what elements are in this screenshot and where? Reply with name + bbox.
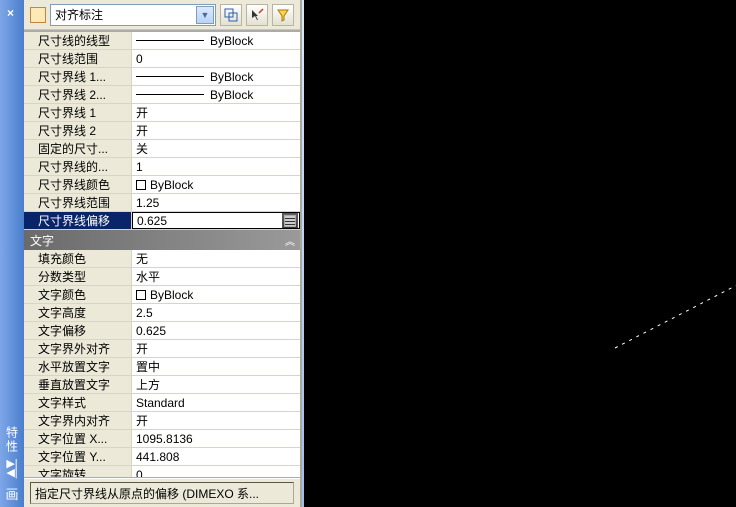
property-label: 文字位置 X...	[24, 430, 132, 447]
object-type-select[interactable]: 对齐标注 ▼	[50, 4, 216, 26]
property-label: 尺寸界线 2...	[24, 86, 132, 103]
property-label: 文字界外对齐	[24, 340, 132, 357]
properties-panel: 对齐标注 ▼ 尺寸线的线型ByBlock尺寸线范围0尺寸界线 1...ByBlo…	[24, 0, 302, 507]
property-value[interactable]: 0.625	[132, 212, 300, 229]
property-label: 垂直放置文字	[24, 376, 132, 393]
property-row[interactable]: 固定的尺寸...关	[24, 140, 300, 158]
property-label: 尺寸界线范围	[24, 194, 132, 211]
property-label: 尺寸界线颜色	[24, 176, 132, 193]
property-value[interactable]: Standard	[132, 394, 300, 411]
property-label: 固定的尺寸...	[24, 140, 132, 157]
property-row[interactable]: 文字颜色ByBlock	[24, 286, 300, 304]
close-icon[interactable]: ×	[7, 6, 14, 20]
property-label: 文字颜色	[24, 286, 132, 303]
property-label: 文字旋转	[24, 466, 132, 477]
property-label: 尺寸界线 1	[24, 104, 132, 121]
property-value[interactable]: 开	[132, 104, 300, 121]
palette-sidebar: × 特性 ▶|◀| 画	[0, 0, 24, 507]
property-label: 文字偏移	[24, 322, 132, 339]
status-text: 指定尺寸界线从原点的偏移 (DIMEXO 系...	[30, 482, 294, 504]
toggle-pickadd-button[interactable]	[220, 4, 242, 26]
property-label: 文字样式	[24, 394, 132, 411]
collapse-arrows-icon[interactable]: ▶|◀|	[6, 460, 17, 478]
property-value[interactable]: 关	[132, 140, 300, 157]
property-value[interactable]: 1095.8136	[132, 430, 300, 447]
property-value[interactable]: 开	[132, 122, 300, 139]
property-value[interactable]: ByBlock	[132, 176, 300, 193]
property-value[interactable]: ByBlock	[132, 68, 300, 85]
calculator-icon[interactable]	[282, 213, 298, 229]
property-value[interactable]: 0	[132, 50, 300, 67]
panel-toolbar: 对齐标注 ▼	[24, 0, 300, 30]
property-value[interactable]: 上方	[132, 376, 300, 393]
property-value[interactable]: ByBlock	[132, 86, 300, 103]
property-row[interactable]: 文字偏移0.625	[24, 322, 300, 340]
palette-icon[interactable]: 画	[5, 484, 18, 503]
property-value[interactable]: 开	[132, 412, 300, 429]
select-objects-button[interactable]	[246, 4, 268, 26]
property-label: 文字位置 Y...	[24, 448, 132, 465]
property-row[interactable]: 尺寸界线范围1.25	[24, 194, 300, 212]
property-value[interactable]: 0.625	[132, 322, 300, 339]
property-row[interactable]: 填充颜色无	[24, 250, 300, 268]
property-label: 尺寸界线 2	[24, 122, 132, 139]
collapse-chevron-icon: ︽	[285, 233, 292, 248]
property-label: 水平放置文字	[24, 358, 132, 375]
property-row[interactable]: 垂直放置文字上方	[24, 376, 300, 394]
property-row[interactable]: 尺寸线范围0	[24, 50, 300, 68]
quick-select-button[interactable]	[272, 4, 294, 26]
property-label: 尺寸界线的...	[24, 158, 132, 175]
palette-title: 特性	[4, 426, 21, 454]
property-row[interactable]: 文字样式Standard	[24, 394, 300, 412]
property-value[interactable]: 开	[132, 340, 300, 357]
property-value[interactable]: 无	[132, 250, 300, 267]
section-text-label: 文字	[30, 232, 54, 249]
property-row[interactable]: 尺寸界线颜色ByBlock	[24, 176, 300, 194]
property-grid[interactable]: 尺寸线的线型ByBlock尺寸线范围0尺寸界线 1...ByBlock尺寸界线 …	[24, 30, 300, 477]
property-row[interactable]: 文字界外对齐开	[24, 340, 300, 358]
property-label: 文字界内对齐	[24, 412, 132, 429]
property-value[interactable]: 1.25	[132, 194, 300, 211]
property-label: 填充颜色	[24, 250, 132, 267]
property-row[interactable]: 文字高度2.5	[24, 304, 300, 322]
property-row[interactable]: 尺寸界线 1开	[24, 104, 300, 122]
status-bar: 指定尺寸界线从原点的偏移 (DIMEXO 系...	[24, 477, 300, 507]
property-row[interactable]: 尺寸界线 2开	[24, 122, 300, 140]
object-type-icon	[30, 7, 46, 23]
property-value[interactable]: 1	[132, 158, 300, 175]
property-value[interactable]: 水平	[132, 268, 300, 285]
property-row[interactable]: 分数类型水平	[24, 268, 300, 286]
chevron-down-icon[interactable]: ▼	[196, 6, 214, 24]
property-label: 尺寸线的线型	[24, 32, 132, 49]
property-row[interactable]: 文字位置 X...1095.8136	[24, 430, 300, 448]
property-row[interactable]: 文字旋转0	[24, 466, 300, 477]
property-row[interactable]: 尺寸界线 1...ByBlock	[24, 68, 300, 86]
property-value[interactable]: 0	[132, 466, 300, 477]
property-label: 尺寸界线 1...	[24, 68, 132, 85]
property-value[interactable]: 2.5	[132, 304, 300, 321]
property-row[interactable]: 文字位置 Y...441.808	[24, 448, 300, 466]
section-text-header[interactable]: 文字 ︽	[24, 230, 300, 250]
dimension-line	[610, 98, 736, 358]
property-row[interactable]: 尺寸界线的...1	[24, 158, 300, 176]
property-label: 尺寸界线偏移	[24, 212, 132, 229]
property-value[interactable]: ByBlock	[132, 32, 300, 49]
property-row[interactable]: 文字界内对齐开	[24, 412, 300, 430]
property-label: 分数类型	[24, 268, 132, 285]
property-label: 文字高度	[24, 304, 132, 321]
drawing-canvas[interactable]	[304, 0, 736, 507]
property-value[interactable]: 441.808	[132, 448, 300, 465]
property-row[interactable]: 尺寸界线偏移0.625	[24, 212, 300, 230]
object-type-value: 对齐标注	[55, 6, 103, 23]
property-value[interactable]: 置中	[132, 358, 300, 375]
property-row[interactable]: 尺寸界线 2...ByBlock	[24, 86, 300, 104]
property-row[interactable]: 水平放置文字置中	[24, 358, 300, 376]
property-row[interactable]: 尺寸线的线型ByBlock	[24, 32, 300, 50]
property-value[interactable]: ByBlock	[132, 286, 300, 303]
property-label: 尺寸线范围	[24, 50, 132, 67]
